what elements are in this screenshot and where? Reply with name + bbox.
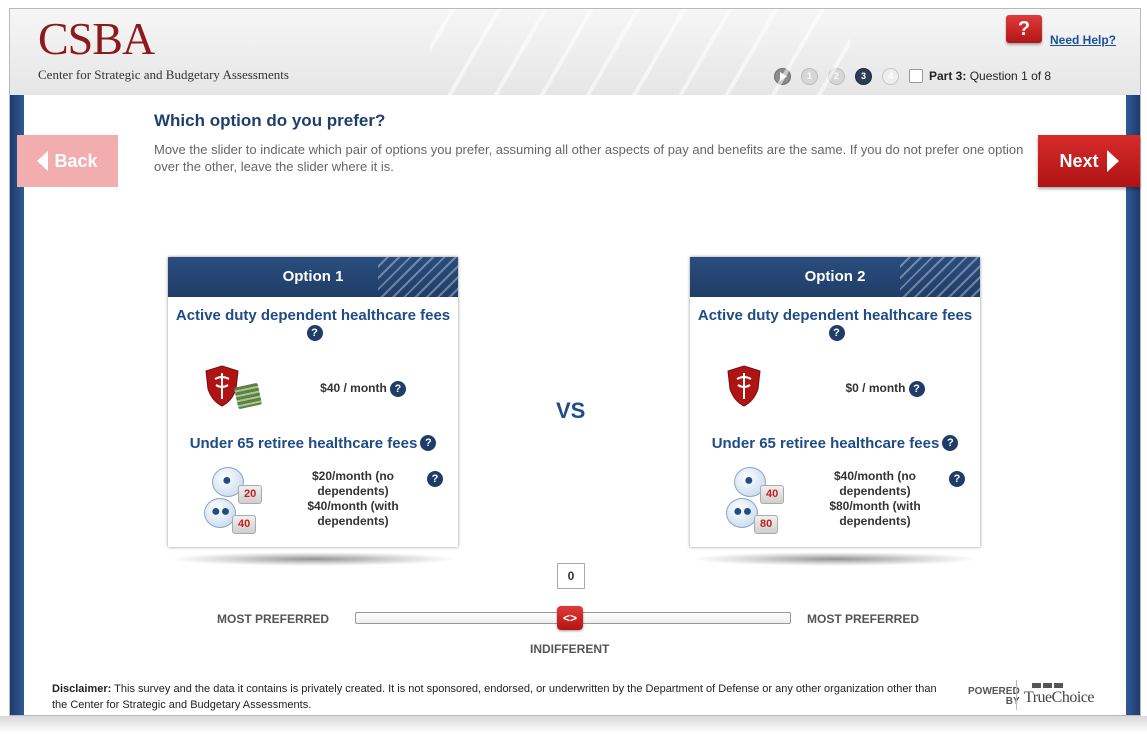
need-help-link[interactable]: Need Help? (1050, 33, 1116, 47)
option-2-shadow (690, 552, 980, 566)
header-bar: CSBA Center for Strategic and Budgetary … (10, 9, 1140, 96)
attr2-title-text: Under 65 retiree healthcare fees (189, 435, 418, 452)
disclaimer-text: This survey and the data it contains is … (52, 683, 937, 711)
right-band (1126, 95, 1140, 715)
next-arrow-icon (1106, 150, 1119, 172)
money-stack-icon (233, 382, 263, 410)
logo-subtitle: Center for Strategic and Budgetary Asses… (38, 67, 289, 82)
question-mark-icon[interactable]: ? (420, 435, 437, 451)
question-counter: Question 1 of 8 (969, 69, 1052, 83)
back-arrow-icon (37, 151, 49, 171)
option-2-header: Option 2 (690, 257, 980, 297)
question-mark-icon[interactable]: ? (908, 381, 925, 397)
option-1-shadow (168, 552, 458, 566)
instructions-text: Move the slider to indicate which pair o… (154, 142, 1024, 174)
option-2-attr2-title: Under 65 retiree healthcare fees? (690, 435, 980, 453)
question-mark-icon[interactable]: ? (949, 471, 965, 487)
slider-handle-icon[interactable]: <> (557, 606, 583, 630)
question-title: Which option do you prefer? (154, 111, 386, 130)
option-2-attr1-title: Active duty dependent healthcare fees? (690, 307, 980, 343)
medical-shield-icon (205, 365, 239, 407)
progress-indicator: 1 2 3 4 Part 3: Question 1 of 8 (774, 66, 1051, 86)
question-mark-icon[interactable]: ? (306, 325, 323, 341)
powered-line-2: BY (1005, 696, 1020, 707)
option-1-attr1-value: $40 / month? (308, 381, 418, 397)
question-mark-icon[interactable]: ? (389, 381, 406, 397)
question-mark-icon[interactable]: ? (828, 325, 845, 341)
medical-shield-icon (727, 365, 761, 407)
attr2-title-text: Under 65 retiree healthcare fees (711, 435, 940, 452)
left-band (10, 95, 24, 715)
part-label: Part 3: Question 1 of 8 (929, 69, 1051, 83)
progress-step-2: 2 (828, 67, 845, 85)
truechoice-logo: TrueChoice (1024, 683, 1124, 711)
next-label: Next (1059, 150, 1099, 171)
progress-step-3: 3 (855, 67, 872, 85)
slider-value-box: 0 (557, 563, 585, 589)
end-box-icon (909, 69, 923, 83)
option-1-attr1-title: Active duty dependent healthcare fees? (168, 307, 458, 343)
single-fee-tag: 40 (760, 485, 785, 504)
powered-divider (1016, 680, 1017, 710)
family-fee-tag: 80 (754, 515, 779, 534)
part-number: Part 3: (929, 69, 967, 83)
disclaimer: Disclaimer: This survey and the data it … (52, 681, 952, 713)
attr1-title-text: Active duty dependent healthcare fees (697, 307, 973, 324)
attr1-title-text: Active duty dependent healthcare fees (175, 307, 451, 324)
disclaimer-label: Disclaimer: (52, 683, 112, 695)
help-icon[interactable]: ? (1006, 15, 1042, 43)
option-2-attr2-value: $40/month (no dependents) $80/month (wit… (829, 469, 921, 528)
single-fee-tag: 20 (238, 485, 263, 504)
progress-step-4: 4 (882, 67, 899, 85)
next-button[interactable]: Next (1038, 135, 1140, 187)
slider-center-label: INDIFFERENT (530, 642, 610, 656)
csba-logo: CSBA (38, 13, 155, 64)
slider-left-label: MOST PREFERRED (217, 612, 330, 626)
option-1-header: Option 1 (168, 257, 458, 297)
back-label: Back (54, 150, 98, 171)
attr1-value-text: $40 / month (320, 381, 387, 395)
family-fee-tag: 40 (232, 515, 257, 534)
option-1-attr2-title: Under 65 retiree healthcare fees? (168, 435, 458, 453)
bottom-shadow (0, 716, 1147, 734)
truechoice-brand: TrueChoice (1024, 689, 1094, 706)
play-icon (774, 67, 791, 85)
option-2-attr1-value: $0 / month? (830, 381, 940, 397)
powered-by-label: POWERED BY (968, 687, 1020, 707)
progress-step-1: 1 (801, 67, 818, 85)
option-1-card[interactable]: Option 1 Active duty dependent healthcar… (168, 257, 458, 547)
attr1-value-text: $0 / month (845, 381, 906, 395)
back-button[interactable]: Back (17, 135, 118, 187)
slider-right-label: MOST PREFERRED (807, 612, 920, 626)
vs-label: VS (556, 398, 586, 423)
question-mark-icon[interactable]: ? (942, 435, 959, 451)
truechoice-squares-icon (1032, 683, 1063, 688)
option-1-attr2-value: $20/month (no dependents) $40/month (wit… (307, 469, 399, 528)
option-2-card[interactable]: Option 2 Active duty dependent healthcar… (690, 257, 980, 547)
question-mark-icon[interactable]: ? (427, 471, 443, 487)
